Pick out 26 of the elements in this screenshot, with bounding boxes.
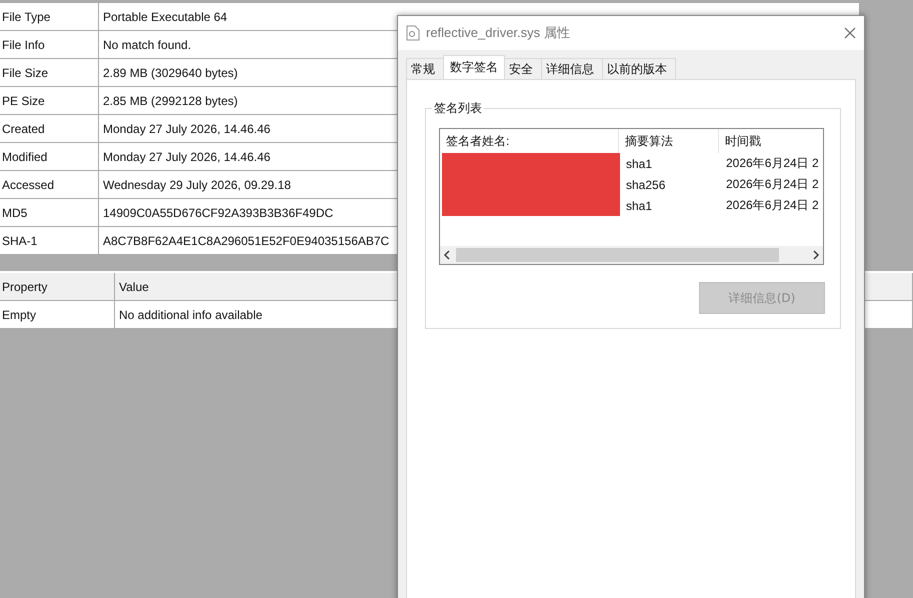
file-icon (406, 25, 420, 41)
tab[interactable]: 数字签名 (443, 55, 505, 79)
table-cell-text: sha256 (625, 178, 666, 192)
table-cell-text: sha1 (625, 198, 654, 212)
field-label: Created (0, 114, 98, 142)
group-title: 签名列表 (432, 100, 484, 117)
scrollbar-thumb[interactable] (456, 248, 779, 262)
close-icon[interactable] (844, 27, 856, 39)
column-header[interactable]: 时间戳 (718, 129, 822, 153)
tab[interactable]: 常规 (406, 58, 444, 79)
field-label: File Type (0, 2, 98, 30)
table-cell-text: 2026年6月24日 2 (725, 176, 820, 193)
table-cell-text: 2026年6月24日 2 (725, 197, 820, 214)
field-label: Modified (0, 142, 98, 170)
field-label: MD5 (0, 198, 98, 226)
table-cell-text: sha1 (625, 156, 654, 170)
table-cell: Empty (0, 300, 114, 328)
field-label: File Size (0, 58, 98, 86)
field-label: Accessed (0, 170, 98, 198)
column-header[interactable]: Property (0, 272, 114, 300)
field-label: File Info (0, 30, 98, 58)
horizontal-scrollbar[interactable] (440, 246, 823, 264)
field-label: SHA-1 (0, 226, 98, 254)
field-label: PE Size (0, 86, 98, 114)
table-cell-text: 2026年6月24日 2 (725, 155, 820, 172)
tab[interactable]: 以前的版本 (602, 58, 676, 79)
